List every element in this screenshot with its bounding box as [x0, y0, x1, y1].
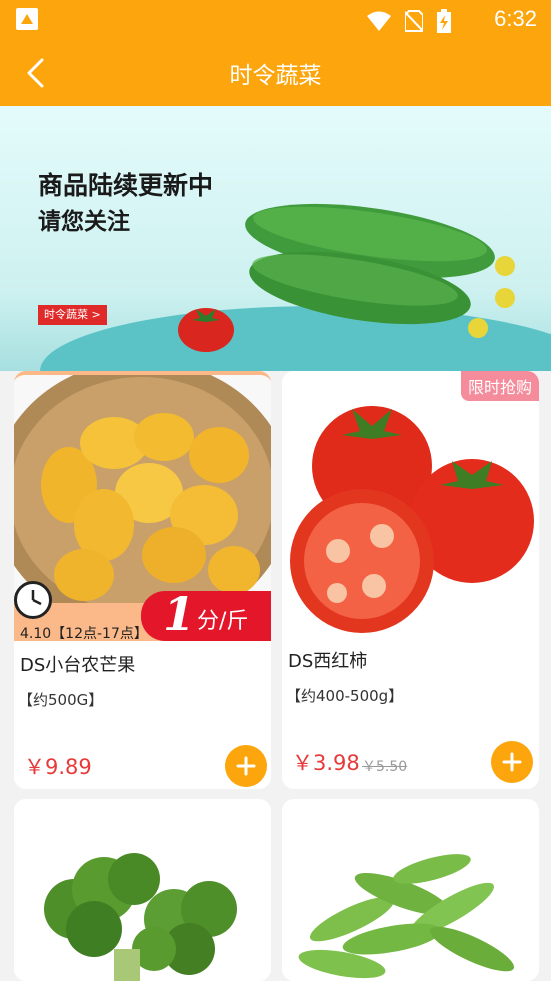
broccoli-image	[14, 799, 271, 981]
price-per-jin-badge: 1 分/斤	[141, 587, 271, 641]
product-card[interactable]	[14, 799, 271, 981]
app-notification-icon	[16, 8, 38, 30]
product-card[interactable]: 4.10【12点-17点】 1 分/斤 DS小台农芒果 【约500G】 ￥9.8…	[14, 371, 271, 789]
top-nav-bar: 时令蔬菜	[0, 40, 551, 106]
promo-price-unit: 分/斤	[197, 609, 249, 634]
cucumber-tomato-image	[178, 203, 515, 352]
product-card[interactable]: 限时抢购 DS西红柿 【约400-500g】 ￥3.98 ￥5.50	[282, 371, 539, 789]
clock-icon	[14, 581, 52, 619]
product-price: ￥3.98	[292, 751, 360, 775]
plus-icon	[502, 752, 522, 772]
product-name: DS西红柿	[288, 651, 368, 672]
banner-headline: 商品陆续更新中	[38, 171, 214, 200]
product-spec: 【约500G】	[18, 691, 104, 709]
no-sim-icon	[405, 10, 423, 32]
status-bar: 6:32	[0, 0, 551, 40]
flash-sale-badge: 限时抢购	[460, 371, 539, 401]
edamame-image	[282, 799, 539, 981]
promo-price-number: 1	[163, 587, 196, 641]
flash-sale-time: 4.10【12点-17点】	[20, 626, 148, 642]
wifi-icon	[367, 11, 391, 31]
plus-icon	[236, 756, 256, 776]
original-price: ￥5.50	[362, 759, 408, 775]
promo-banner[interactable]: 商品陆续更新中 请您关注 时令蔬菜 >	[0, 106, 551, 371]
add-to-cart-button[interactable]	[225, 745, 267, 787]
status-time: 6:32	[494, 6, 537, 31]
battery-charging-icon	[437, 9, 451, 33]
product-price: ￥9.89	[24, 755, 92, 779]
tomato-image	[282, 371, 539, 641]
product-name: DS小台农芒果	[20, 655, 136, 676]
add-to-cart-button[interactable]	[491, 741, 533, 783]
banner-subheadline: 请您关注	[38, 209, 130, 235]
banner-category-tag[interactable]: 时令蔬菜 >	[38, 305, 107, 325]
product-card[interactable]	[282, 799, 539, 981]
page-title: 时令蔬菜	[229, 63, 322, 89]
product-spec: 【约400-500g】	[286, 687, 404, 705]
